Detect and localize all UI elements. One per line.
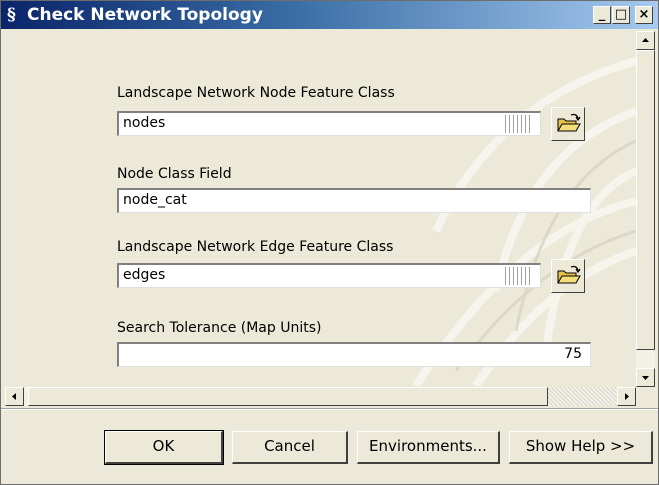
maximize-button[interactable]: □ [612,6,630,24]
close-icon: × [638,7,650,22]
scroll-down-button[interactable] [636,368,655,387]
scroll-up-button[interactable] [636,31,655,50]
node-fc-label: Landscape Network Node Feature Class [117,85,395,101]
horizontal-scroll-thumb[interactable] [28,387,548,406]
folder-open-icon [557,265,581,284]
tolerance-label: Search Tolerance (Map Units) [117,320,322,336]
node-field-label: Node Class Field [117,166,232,182]
maximize-icon: □ [614,7,628,22]
window-title: Check Network Topology [27,5,263,25]
edge-fc-input[interactable]: edges [117,263,541,288]
scroll-up-icon [642,38,649,42]
cancel-button[interactable]: Cancel [232,431,348,464]
close-button[interactable]: × [635,6,653,24]
horizontal-scroll-track[interactable] [548,387,617,406]
minimize-icon: _ [598,7,606,22]
parameters-panel: Landscape Network Node Feature Class nod… [5,31,636,386]
node-fc-input[interactable]: nodes [117,111,541,136]
edge-fc-label: Landscape Network Edge Feature Class [117,239,394,255]
scroll-down-icon [642,376,649,380]
vertical-scroll-thumb[interactable] [636,50,655,350]
environments-button[interactable]: Environments... [357,431,500,464]
scroll-right-icon [625,393,629,400]
ok-button[interactable]: OK [104,430,224,465]
horizontal-scrollbar[interactable] [5,387,636,406]
minimize-button[interactable]: _ [593,6,611,24]
button-separator [1,408,658,410]
scroll-right-button[interactable] [617,387,636,406]
vertical-scrollbar[interactable] [636,31,655,387]
node-field-input[interactable]: node_cat [117,188,591,213]
script-icon: § [7,5,16,25]
scroll-left-button[interactable] [5,387,24,406]
folder-open-icon [557,113,581,132]
edge-fc-browse-button[interactable] [551,259,585,293]
node-fc-browse-button[interactable] [551,107,585,141]
node-fc-resize-grip [505,115,533,133]
dialog-window: § Check Network Topology _ □ × Landscape… [0,0,659,485]
scroll-left-icon [12,393,16,400]
show-help-button[interactable]: Show Help >> [509,431,653,464]
title-bar[interactable]: § Check Network Topology _ □ × [1,1,658,29]
edge-fc-resize-grip [505,267,533,285]
scrollbar-corner [636,387,655,406]
tolerance-input[interactable]: 75 [117,342,591,367]
